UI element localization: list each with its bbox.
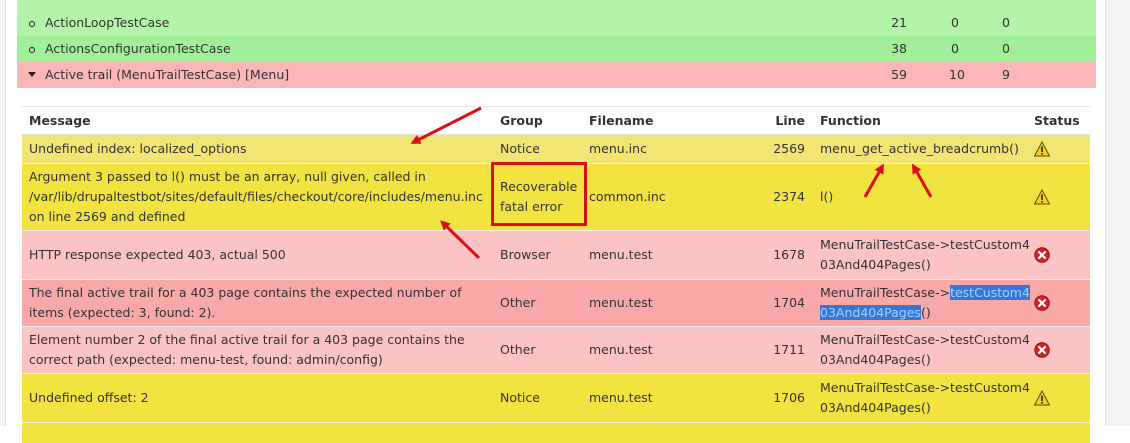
annotation-arrows	[410, 106, 933, 260]
arrow-to-function-right	[912, 163, 933, 198]
arrow-to-menu-inc	[440, 220, 481, 260]
next-row-strip	[22, 423, 1090, 443]
arrow-to-message	[410, 106, 482, 144]
arrow-to-function-left	[863, 163, 884, 198]
